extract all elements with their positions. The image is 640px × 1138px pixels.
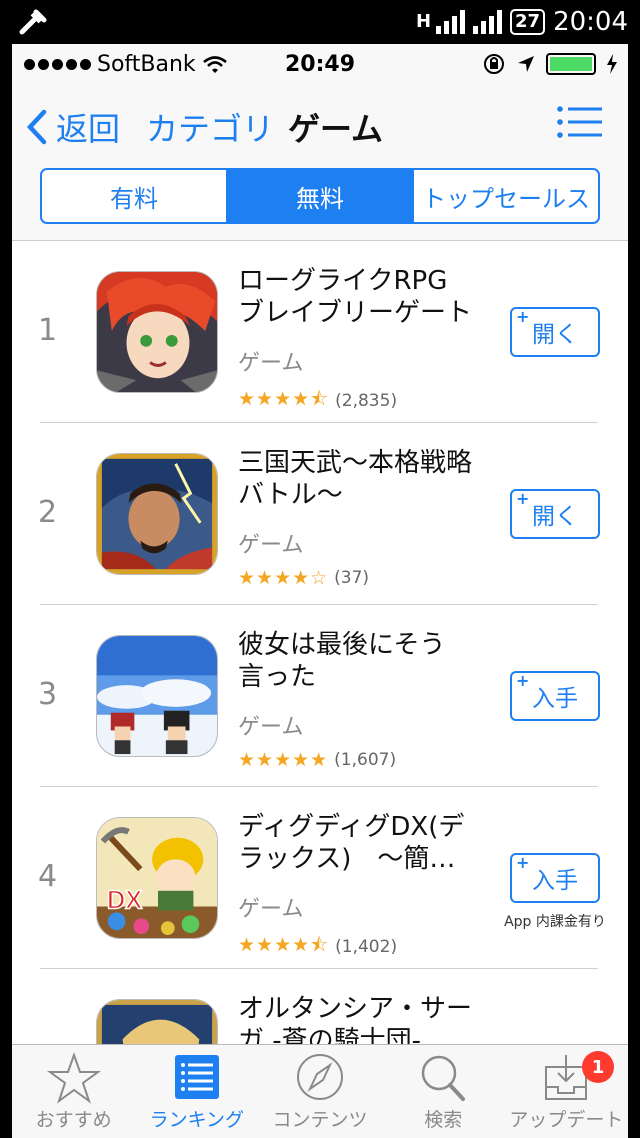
segment-paid[interactable]: 有料	[42, 170, 228, 222]
charging-icon	[607, 54, 617, 74]
tab-label: おすすめ	[35, 1109, 112, 1131]
star-rating-icon: ★★★★☆	[238, 567, 329, 589]
star-icon	[46, 1051, 101, 1104]
app-category: ゲーム	[238, 715, 304, 740]
list-menu-button[interactable]	[556, 104, 602, 140]
star-rating-icon: ★★★★⯪	[238, 934, 330, 956]
tab-label: アップデート	[509, 1109, 624, 1131]
ios-status-bar: SoftBank 20:49	[12, 44, 628, 84]
tools-icon	[19, 9, 47, 35]
back-label: 返回	[56, 110, 121, 148]
tab-bar: おすすめ ランキング コンテンツ 検索 アップデート 1	[12, 1044, 628, 1138]
location-icon	[518, 56, 534, 72]
tab-ranking[interactable]: ランキング	[135, 1045, 258, 1138]
rank-number: 3	[38, 677, 58, 712]
get-button[interactable]: + 入手	[510, 853, 600, 903]
tab-explore[interactable]: コンテンツ	[258, 1045, 381, 1138]
list-item[interactable]: 1 ローグライクRPG ブレイブリーゲート ゲーム ★★★★⯪ (2,835) …	[12, 241, 628, 423]
cell-signal-icon-2	[473, 10, 502, 34]
app-rating: ★★★★⯪ (1,402)	[238, 931, 397, 963]
list-item[interactable]: 4 DX ディグディグDX(デ ラックス) 〜簡… ゲーム ★★★★⯪ (1,4…	[12, 787, 628, 969]
app-name: 彼女は最後にそう 言った	[238, 630, 446, 692]
rank-number: 2	[38, 495, 58, 530]
rating-count: (1,607)	[334, 750, 397, 770]
segment-top-grossing[interactable]: トップセールス	[414, 170, 598, 222]
ios-battery-icon	[546, 53, 596, 75]
star-rating-icon: ★★★★⯪	[238, 388, 330, 410]
app-rating: ★★★★★ (1,607)	[238, 749, 396, 771]
star-rating-icon: ★★★★★	[238, 749, 329, 771]
tab-featured[interactable]: おすすめ	[12, 1045, 135, 1138]
chevron-left-icon	[26, 109, 47, 145]
rank-number: 1	[38, 313, 58, 348]
tab-label: コンテンツ	[272, 1109, 368, 1131]
app-category: ゲーム	[238, 351, 304, 376]
app-icon-dig-dig-dx[interactable]: DX	[96, 817, 218, 939]
compass-icon	[297, 1054, 343, 1100]
list-item[interactable]: 3 彼女は最後にそう 言った ゲーム ★★★★★ (1,607) + 入手	[12, 605, 628, 787]
rotation-lock-icon	[484, 54, 504, 74]
plus-icon: +	[516, 307, 530, 326]
app-rating: ★★★★☆ (37)	[238, 567, 369, 589]
open-button[interactable]: + 開く	[510, 307, 600, 357]
app-category: ゲーム	[238, 897, 304, 922]
search-icon	[421, 1055, 466, 1101]
rank-number: 4	[38, 859, 58, 894]
navigation-bar: 返回 カテゴリ ゲーム	[12, 92, 628, 162]
app-icon-brave-gate[interactable]	[96, 271, 218, 393]
plus-icon: +	[516, 853, 530, 872]
rating-count: (37)	[334, 568, 370, 588]
tab-label: 検索	[424, 1109, 463, 1131]
app-name: ディグディグDX(デ ラックス) 〜簡…	[238, 812, 465, 874]
list-item[interactable]: オルタンシア・サー ガ -蒼の騎士団- +	[12, 969, 628, 1051]
ranking-list: 1 ローグライクRPG ブレイブリーゲート ゲーム ★★★★⯪ (2,835) …	[12, 241, 628, 1051]
page-title: ゲーム	[288, 110, 384, 148]
network-type-label: H	[416, 11, 432, 32]
button-label: 入手	[532, 868, 578, 894]
ranking-list-icon	[174, 1055, 219, 1099]
svg-text:DX: DX	[107, 886, 143, 914]
get-button[interactable]: + 入手	[510, 671, 600, 721]
open-button[interactable]: + 開く	[510, 489, 600, 539]
app-icon-kanojo[interactable]	[96, 635, 218, 757]
button-label: 開く	[532, 504, 578, 530]
plus-icon: +	[516, 671, 530, 690]
app-category: ゲーム	[238, 533, 304, 558]
cell-signal-icon	[436, 10, 465, 34]
app-icon-sangoku-tenbu[interactable]	[96, 453, 218, 575]
plus-icon: +	[516, 489, 530, 508]
rating-count: (2,835)	[335, 391, 398, 411]
button-label: 開く	[532, 322, 578, 348]
rating-count: (1,402)	[335, 937, 398, 957]
breadcrumb-category[interactable]: カテゴリ	[146, 104, 274, 150]
tab-updates[interactable]: アップデート 1	[505, 1045, 628, 1138]
list-item[interactable]: 2 三国天武〜本格戦略 バトル〜 ゲーム ★★★★☆ (37) + 開く	[12, 423, 628, 605]
back-button[interactable]: 返回 カテゴリ	[26, 104, 274, 150]
update-count-badge: 1	[582, 1051, 615, 1083]
segment-free[interactable]: 無料	[228, 170, 414, 222]
button-label: 入手	[532, 686, 578, 712]
price-segmented-control: 有料 無料 トップセールス	[40, 168, 600, 224]
in-app-purchase-note: App 内課金有り	[504, 914, 606, 930]
app-store-screen: SoftBank 20:49 返回 カテゴリ ゲーム 有料 無料 トップセールス…	[12, 44, 628, 1138]
app-name: 三国天武〜本格戦略 バトル〜	[238, 448, 473, 510]
android-status-bar: H 27 20:04	[0, 0, 640, 44]
app-rating: ★★★★⯪ (2,835)	[238, 385, 397, 417]
tab-search[interactable]: 検索	[382, 1045, 505, 1138]
app-name: オルタンシア・サー ガ -蒼の騎士団-	[238, 994, 473, 1051]
app-name: ローグライクRPG ブレイブリーゲート	[238, 266, 473, 328]
tab-label: ランキング	[149, 1109, 245, 1131]
android-clock: 20:04	[553, 7, 628, 37]
battery-level: 27	[510, 9, 546, 35]
